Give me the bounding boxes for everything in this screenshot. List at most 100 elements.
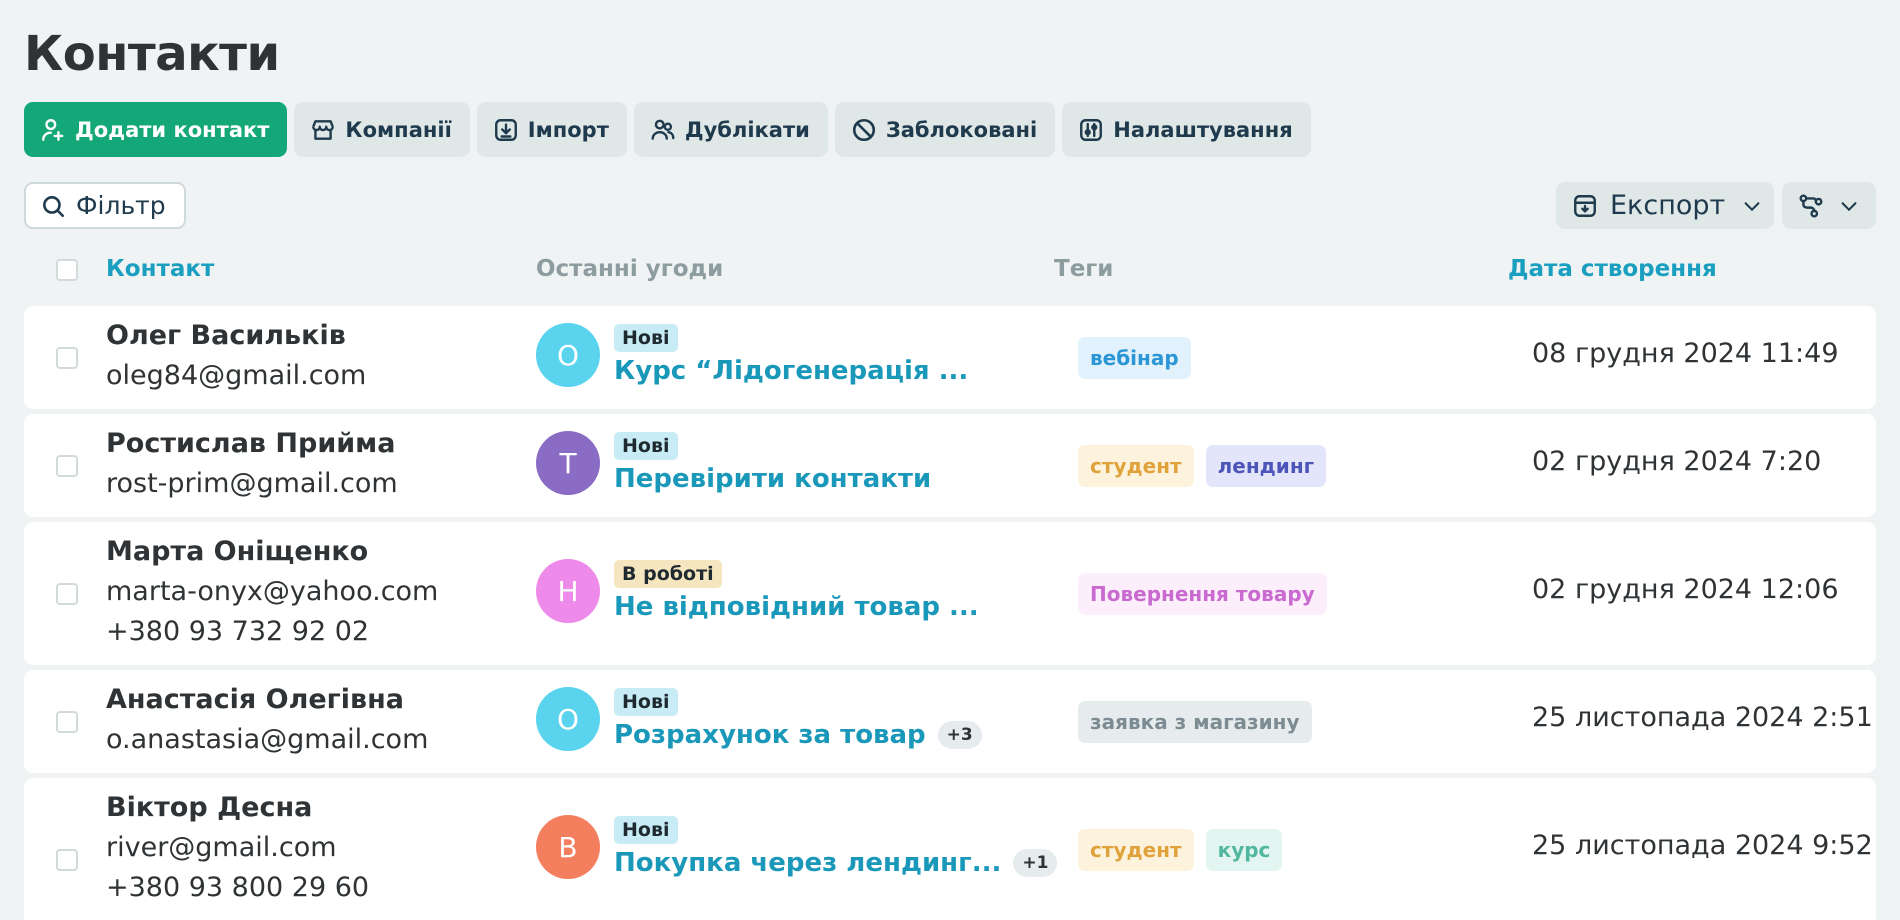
- created-date: 08 грудня 2024 11:49: [1532, 338, 1839, 369]
- export-dropdown[interactable]: Експорт: [1556, 182, 1774, 229]
- avatar: В: [536, 815, 600, 879]
- select-all-checkbox[interactable]: [56, 259, 78, 281]
- deal-cell: О Нові Курс “Лідогенерація ...: [536, 323, 968, 387]
- contact-phone: +380 93 800 29 60: [106, 872, 370, 903]
- settings-label: Налаштування: [1113, 117, 1293, 142]
- stage-badge: Нові: [614, 688, 678, 716]
- blocked-label: Заблоковані: [885, 117, 1038, 142]
- import-button[interactable]: Імпорт: [476, 102, 627, 157]
- tag: заявка з магазину: [1078, 701, 1312, 743]
- more-deals-badge[interactable]: +1: [1013, 849, 1058, 877]
- users-icon: [651, 119, 675, 140]
- contact-email: rost-prim@gmail.com: [106, 468, 398, 499]
- deal-link[interactable]: Розрахунок за товар: [614, 720, 926, 750]
- row-checkbox[interactable]: [56, 849, 78, 871]
- stage-badge: Нові: [614, 432, 678, 460]
- stage-badge: Нові: [614, 816, 678, 844]
- contact-name[interactable]: Олег Васильків: [106, 316, 366, 356]
- import-icon: [494, 118, 517, 141]
- table-header: Контакт Останні угоди Теги Дата створенн…: [24, 254, 1876, 286]
- filter-button[interactable]: Фільтр: [24, 182, 186, 229]
- add-contact-label: Додати контакт: [75, 117, 270, 142]
- workflow-dropdown[interactable]: [1782, 182, 1876, 229]
- deal-link[interactable]: Курс “Лідогенерація ...: [614, 356, 968, 386]
- workflow-icon: [1799, 194, 1823, 217]
- created-date: 02 грудня 2024 12:06: [1532, 574, 1839, 605]
- table-row[interactable]: Ростислав Прийма rost-prim@gmail.com Т Н…: [24, 414, 1876, 517]
- avatar: О: [536, 687, 600, 751]
- chevron-down-icon: [1841, 201, 1857, 211]
- import-label: Імпорт: [527, 117, 609, 142]
- contact-name[interactable]: Анастасія Олегівна: [106, 680, 428, 720]
- contact-cell: Віктор Десна river@gmail.com +380 93 800…: [106, 788, 369, 908]
- contact-cell: Анастасія Олегівна o.anastasia@gmail.com: [106, 680, 428, 760]
- deal-cell: В Нові Покупка через лендинг... +1: [536, 815, 1058, 879]
- avatar: О: [536, 323, 600, 387]
- created-date: 25 листопада 2024 2:51: [1532, 702, 1873, 733]
- tags-cell: Повернення товару: [1078, 573, 1327, 615]
- tag: курс: [1205, 829, 1283, 871]
- contact-phone: +380 93 732 92 02: [106, 616, 370, 647]
- column-tags: Теги: [1054, 256, 1114, 282]
- table-row[interactable]: Віктор Десна river@gmail.com +380 93 800…: [24, 778, 1876, 920]
- row-checkbox[interactable]: [56, 710, 78, 733]
- tag: студент: [1078, 829, 1194, 871]
- contact-cell: Олег Васильків oleg84@gmail.com: [106, 316, 366, 396]
- created-date: 02 грудня 2024 7:20: [1532, 446, 1822, 477]
- column-created[interactable]: Дата створення: [1508, 256, 1717, 282]
- deal-cell: О Нові Розрахунок за товар +3: [536, 687, 982, 751]
- row-checkbox[interactable]: [56, 454, 78, 477]
- block-icon: [852, 118, 875, 141]
- table-row[interactable]: Анастасія Олегівна o.anastasia@gmail.com…: [24, 670, 1876, 773]
- deal-link[interactable]: Покупка через лендинг...: [614, 848, 1001, 878]
- tag: студент: [1078, 445, 1194, 487]
- deal-cell: Т Нові Перевірити контакти: [536, 431, 931, 495]
- contact-email: o.anastasia@gmail.com: [106, 724, 429, 755]
- tags-cell: студент лендинг: [1078, 445, 1327, 487]
- archive-icon: [1574, 194, 1596, 217]
- contact-email: oleg84@gmail.com: [106, 360, 367, 391]
- toolbar: Додати контакт Компанії Імпорт Дублікати…: [24, 102, 1311, 157]
- contact-email: marta-onyx@yahoo.com: [106, 576, 439, 607]
- row-checkbox[interactable]: [56, 582, 78, 605]
- sliders-icon: [1080, 118, 1103, 141]
- tags-cell: вебінар: [1078, 337, 1191, 379]
- tags-cell: заявка з магазину: [1078, 701, 1312, 743]
- table-row[interactable]: Олег Васильків oleg84@gmail.com О Нові К…: [24, 306, 1876, 409]
- table-row[interactable]: Марта Оніщенко marta-onyx@yahoo.com +380…: [24, 522, 1876, 665]
- column-deals: Останні угоди: [536, 256, 724, 282]
- row-checkbox[interactable]: [56, 346, 78, 369]
- tags-cell: студент курс: [1078, 829, 1283, 871]
- tag: вебінар: [1078, 337, 1191, 379]
- blocked-button[interactable]: Заблоковані: [834, 102, 1056, 157]
- export-label: Експорт: [1610, 190, 1726, 221]
- more-deals-badge[interactable]: +3: [937, 721, 982, 749]
- store-icon: [312, 119, 335, 140]
- deal-link[interactable]: Не відповідний товар ...: [614, 592, 979, 622]
- avatar: Т: [536, 431, 600, 495]
- companies-button[interactable]: Компанії: [294, 102, 470, 157]
- tag: Повернення товару: [1078, 573, 1327, 615]
- filter-label: Фільтр: [76, 191, 166, 220]
- duplicates-label: Дублікати: [684, 117, 810, 142]
- deal-cell: Н В роботі Не відповідний товар ...: [536, 559, 979, 623]
- companies-label: Компанії: [345, 117, 452, 142]
- deal-link[interactable]: Перевірити контакти: [614, 464, 931, 494]
- contact-email: river@gmail.com: [106, 832, 337, 863]
- contact-name[interactable]: Віктор Десна: [106, 788, 369, 828]
- column-contact[interactable]: Контакт: [106, 256, 214, 282]
- tag: лендинг: [1205, 445, 1327, 487]
- search-icon: [43, 195, 65, 217]
- stage-badge: Нові: [614, 324, 678, 352]
- contact-name[interactable]: Ростислав Прийма: [106, 424, 398, 464]
- contact-name[interactable]: Марта Оніщенко: [106, 532, 438, 572]
- duplicates-button[interactable]: Дублікати: [633, 102, 828, 157]
- contact-cell: Марта Оніщенко marta-onyx@yahoo.com +380…: [106, 532, 438, 652]
- add-user-icon: [42, 118, 64, 141]
- stage-badge: В роботі: [614, 560, 722, 588]
- avatar: Н: [536, 559, 600, 623]
- chevron-down-icon: [1744, 201, 1760, 211]
- add-contact-button[interactable]: Додати контакт: [24, 102, 288, 157]
- settings-button[interactable]: Налаштування: [1062, 102, 1311, 157]
- contact-cell: Ростислав Прийма rost-prim@gmail.com: [106, 424, 398, 504]
